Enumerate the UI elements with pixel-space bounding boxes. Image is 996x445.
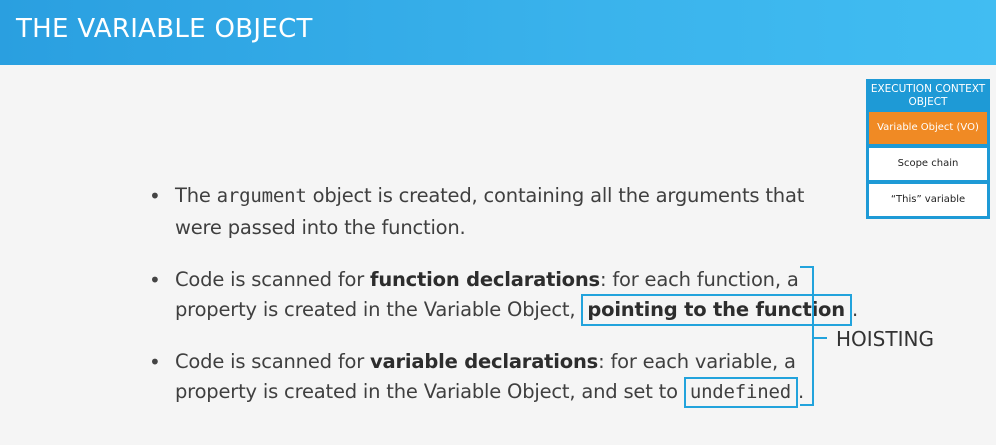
bullet-2-period: . <box>851 298 858 321</box>
argument-code: argument <box>216 185 307 207</box>
bullet-2-text-post: : for each function, a <box>599 268 799 291</box>
bullet-3-text: Code is scanned for <box>175 350 371 373</box>
variable-declarations-bold: variable declarations <box>370 350 599 373</box>
bullet-1-line-2: were passed into the function. <box>175 216 466 239</box>
execution-context-heading-line2: OBJECT <box>908 96 948 108</box>
bullet-1-line-1: The argument object is created, containi… <box>175 184 804 207</box>
this-variable-cell: “This” variable <box>869 184 987 216</box>
bullet-3-line-1: Code is scanned for variable declaration… <box>175 350 796 373</box>
scope-chain-cell: Scope chain <box>869 148 987 180</box>
bullet-3-line-2-text: property is created in the Variable Obje… <box>175 380 684 403</box>
slide-title: THE VARIABLE OBJECT <box>16 14 313 44</box>
bullet-2-text: Code is scanned for <box>175 268 371 291</box>
bullet-1-text-post: object is created, containing all the ar… <box>306 184 805 207</box>
bullet-2-line-1: Code is scanned for function declaration… <box>175 268 799 291</box>
bullet-marker: • <box>149 184 161 208</box>
bullet-1-text: The <box>175 184 217 207</box>
execution-context-heading: EXECUTION CONTEXT OBJECT <box>866 83 990 109</box>
bullet-3-text-post: : for each variable, a <box>598 350 796 373</box>
bullet-marker: • <box>149 268 161 292</box>
execution-context-box: EXECUTION CONTEXT OBJECT Variable Object… <box>866 79 990 219</box>
slide-header: THE VARIABLE OBJECT <box>0 0 996 65</box>
function-declarations-bold: function declarations <box>370 268 600 291</box>
bullet-3-line-2: property is created in the Variable Obje… <box>175 377 804 408</box>
execution-context-heading-line1: EXECUTION CONTEXT <box>870 83 986 95</box>
hoisting-label: HOISTING <box>836 327 934 351</box>
bullet-marker: • <box>149 350 161 374</box>
hoisting-bracket <box>800 266 814 406</box>
hoisting-bracket-tick <box>813 337 827 339</box>
bullet-2-line-2: property is created in the Variable Obje… <box>175 294 858 326</box>
bullet-2-line-2-text: property is created in the Variable Obje… <box>175 298 582 321</box>
variable-object-cell: Variable Object (VO) <box>869 112 987 144</box>
undefined-highlight: undefined <box>683 377 798 408</box>
